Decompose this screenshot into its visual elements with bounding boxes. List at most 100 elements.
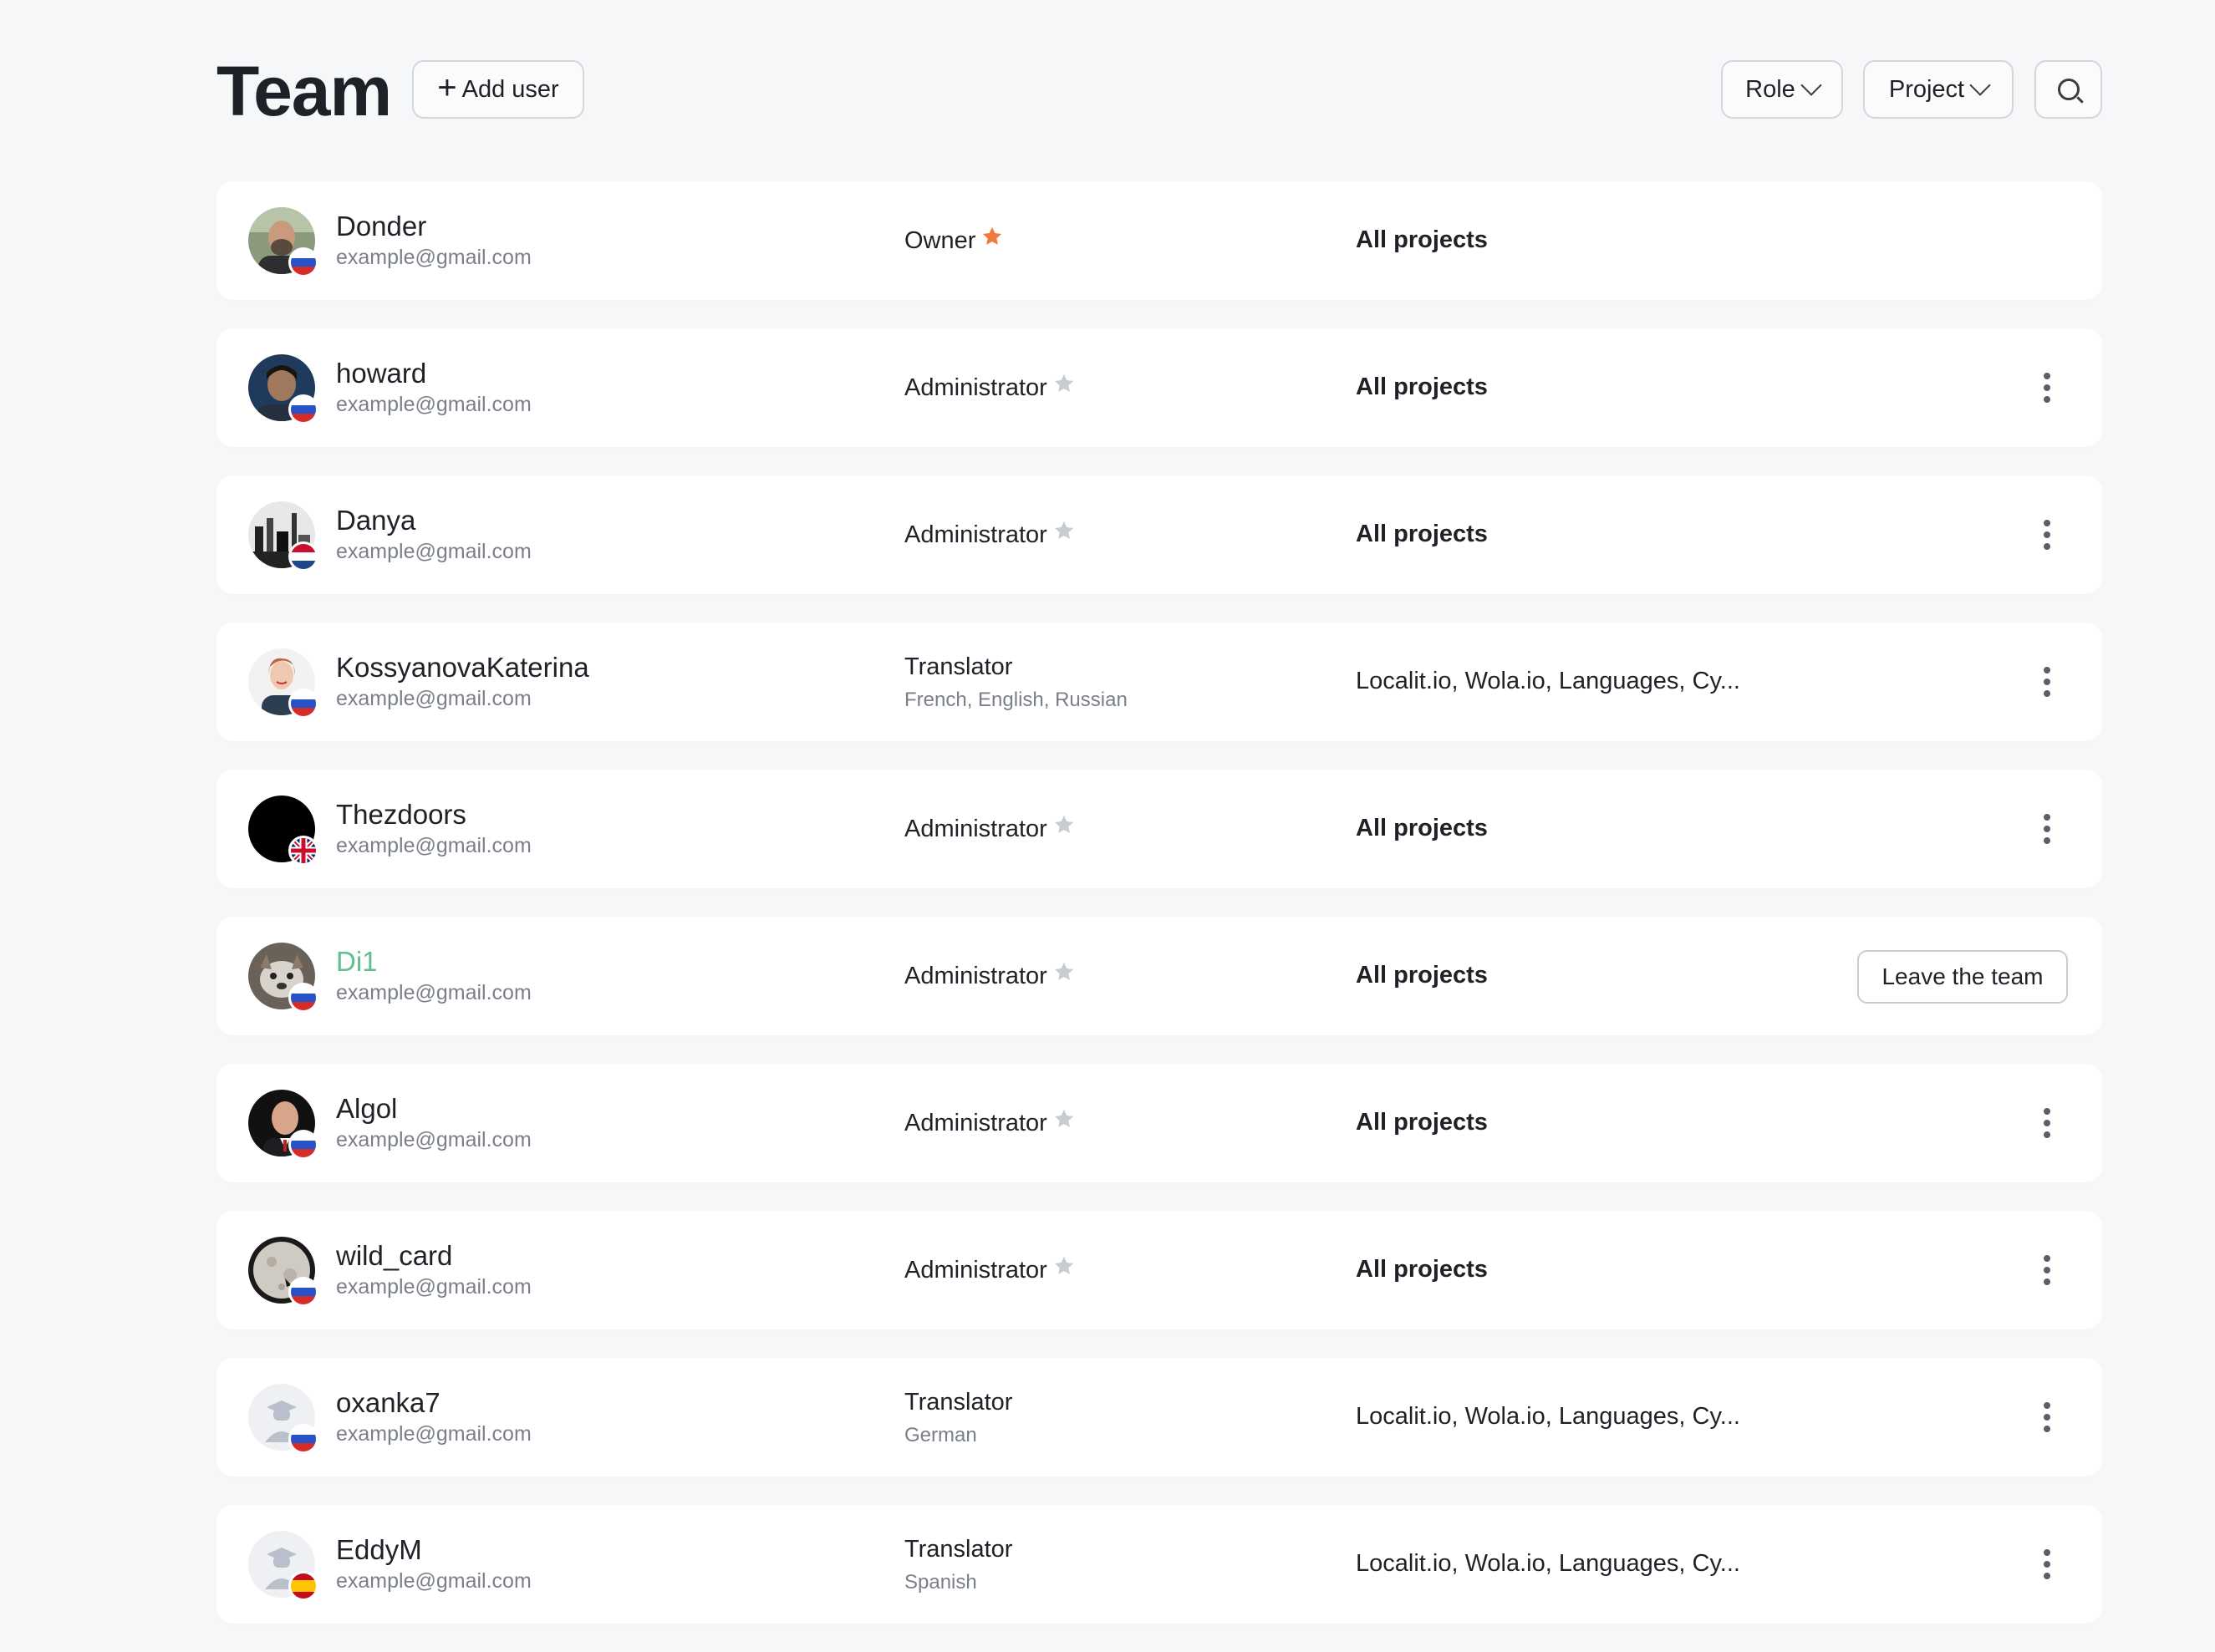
member-email: example@gmail.com [336, 540, 532, 563]
member-role: Translator [904, 1387, 1012, 1417]
member-name: Danya [336, 505, 416, 536]
role-label: Administrator [904, 1256, 1047, 1283]
add-user-button[interactable]: + Add user [412, 60, 584, 119]
more-options-icon[interactable] [2030, 807, 2064, 851]
chevron-down-icon [1969, 74, 1991, 96]
leave-team-button[interactable]: Leave the team [1857, 950, 2068, 1004]
star-icon [980, 225, 1004, 256]
member-email: example@gmail.com [336, 834, 532, 857]
role-label: Administrator [904, 962, 1047, 989]
member-name: Di1 [336, 946, 378, 977]
member-email: example@gmail.com [336, 246, 532, 269]
search-icon [2057, 79, 2080, 100]
member-name: oxanka7 [336, 1387, 440, 1418]
member-email: example@gmail.com [336, 393, 532, 416]
member-role: Administrator [904, 813, 1076, 844]
member-email: example@gmail.com [336, 687, 532, 710]
flag-ru-icon [288, 1424, 318, 1454]
member-projects: All projects [1356, 226, 1488, 253]
member-name: Thezdoors [336, 799, 466, 830]
role-filter-dropdown[interactable]: Role [1721, 60, 1843, 119]
more-options-icon[interactable] [2030, 1101, 2064, 1145]
star-icon [1052, 813, 1076, 844]
member-row[interactable]: Thezdoors example@gmail.com Administrator A… [216, 770, 2102, 888]
flag-nl-icon [288, 541, 318, 572]
member-email: example@gmail.com [336, 1569, 532, 1593]
member-row[interactable]: wild_card example@gmail.com Administrator A… [216, 1211, 2102, 1329]
member-projects: All projects [1356, 521, 1488, 547]
flag-gb-icon [288, 836, 318, 866]
member-row[interactable]: Algol example@gmail.com Administrator All p… [216, 1064, 2102, 1182]
member-list: Donder example@gmail.com Owner All projects… [216, 181, 2102, 1652]
role-label: Administrator [904, 521, 1047, 548]
team-page: Team + Add user Role Project Donder examp… [0, 0, 2215, 1633]
flag-ru-icon [288, 983, 318, 1013]
member-role: Administrator [904, 960, 1076, 991]
flag-es-icon [288, 1571, 318, 1601]
page-header: Team + Add user Role Project [216, 53, 2102, 129]
more-options-icon[interactable] [2030, 1543, 2064, 1586]
member-name: KossyanovaKaterina [336, 652, 589, 683]
member-email: example@gmail.com [336, 1128, 532, 1151]
member-projects: All projects [1356, 1256, 1488, 1283]
role-label: Administrator [904, 374, 1047, 401]
more-options-icon[interactable] [2030, 1395, 2064, 1439]
star-icon [1052, 1107, 1076, 1138]
member-role: Administrator [904, 519, 1076, 550]
member-name: Algol [336, 1093, 398, 1124]
member-role: Translator [904, 652, 1012, 682]
flag-ru-icon [288, 394, 318, 424]
flag-ru-icon [288, 1277, 318, 1307]
member-projects: All projects [1356, 962, 1488, 989]
flag-ru-icon [288, 1130, 318, 1160]
member-languages: Spanish [904, 1571, 977, 1594]
plus-icon: + [437, 69, 457, 106]
member-projects: All projects [1356, 374, 1488, 400]
member-row[interactable]: Danya example@gmail.com Administrator All p… [216, 475, 2102, 594]
member-name: howard [336, 358, 427, 389]
search-button[interactable] [2034, 60, 2102, 119]
more-options-icon[interactable] [2030, 513, 2064, 557]
member-languages: French, English, Russian [904, 689, 1128, 711]
member-row[interactable]: Donder example@gmail.com Owner All projects [216, 181, 2102, 300]
member-email: example@gmail.com [336, 1275, 532, 1299]
member-role: Administrator [904, 1107, 1076, 1138]
more-options-icon[interactable] [2030, 1248, 2064, 1292]
member-name: EddyM [336, 1534, 422, 1565]
more-options-icon[interactable] [2030, 660, 2064, 704]
star-icon [1052, 519, 1076, 550]
member-row[interactable]: Di1 example@gmail.com Administrator All pro… [216, 917, 2102, 1035]
flag-ru-icon [288, 247, 318, 277]
member-role: Administrator [904, 1254, 1076, 1285]
chevron-down-icon [1800, 74, 1822, 96]
member-projects: Localit.io, Wola.io, Languages, Cy... [1356, 1403, 1740, 1430]
member-row[interactable]: oxanka7 example@gmail.com Translator German… [216, 1358, 2102, 1477]
star-icon [1052, 372, 1076, 403]
member-name: Donder [336, 211, 427, 241]
member-email: example@gmail.com [336, 1422, 532, 1446]
project-filter-dropdown[interactable]: Project [1863, 60, 2014, 119]
member-row[interactable]: howard example@gmail.com Administrator All … [216, 328, 2102, 447]
role-label: Translator [904, 653, 1013, 680]
member-row[interactable]: EddyM example@gmail.com Translator Spanish L… [216, 1505, 2102, 1624]
member-projects: Localit.io, Wola.io, Languages, Cy... [1356, 1550, 1740, 1577]
member-email: example@gmail.com [336, 981, 532, 1004]
star-icon [1052, 1254, 1076, 1285]
role-label: Administrator [904, 1109, 1047, 1136]
member-row[interactable]: KossyanovaKaterina example@gmail.com Trans… [216, 623, 2102, 741]
member-role: Administrator [904, 372, 1076, 403]
role-label: Translator [904, 1389, 1013, 1416]
page-title: Team [216, 52, 392, 130]
more-options-icon[interactable] [2030, 366, 2064, 409]
member-languages: German [904, 1424, 977, 1446]
role-label: Administrator [904, 815, 1047, 842]
role-label: Owner [904, 226, 976, 254]
add-user-label: Add user [461, 75, 559, 103]
member-role: Translator [904, 1534, 1012, 1564]
role-label: Translator [904, 1536, 1013, 1563]
member-role: Owner [904, 225, 1004, 256]
member-projects: All projects [1356, 815, 1488, 841]
flag-ru-icon [288, 689, 318, 719]
project-filter-label: Project [1888, 75, 1965, 103]
member-projects: All projects [1356, 1109, 1488, 1136]
